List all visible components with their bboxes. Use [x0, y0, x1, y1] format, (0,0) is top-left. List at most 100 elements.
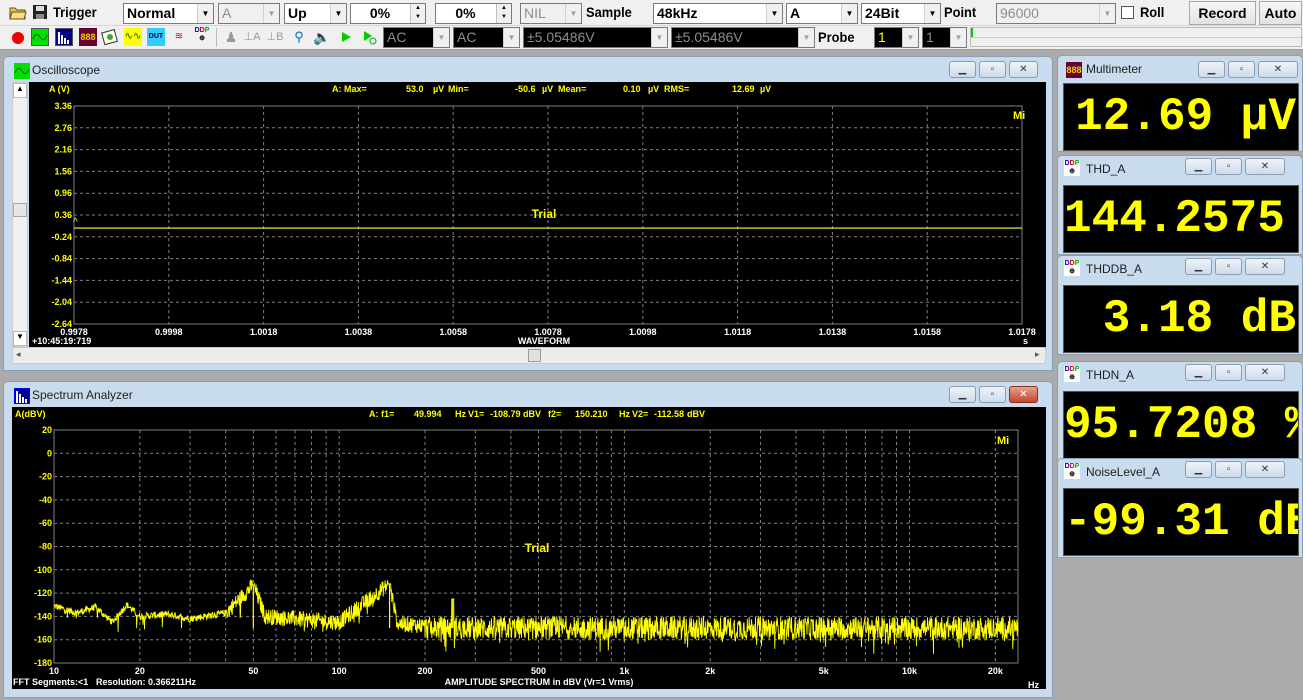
point-label: Point — [944, 4, 977, 20]
scroll-thumb[interactable] — [13, 203, 27, 217]
x-tick-label: 1.0098 — [629, 327, 657, 337]
range-a-value: ±5.05486V — [527, 29, 595, 45]
minimize-button[interactable]: ▁ — [1185, 158, 1212, 175]
speaker-icon[interactable]: 🔈 — [313, 28, 331, 46]
x-tick-label: 10k — [902, 666, 918, 676]
close-button[interactable]: ✕ — [1245, 364, 1285, 381]
meter-readout: -99.31 dBV — [1063, 488, 1299, 556]
mean-unit: µV — [648, 84, 659, 94]
level-meter-divider — [971, 37, 1303, 38]
play-icon[interactable] — [337, 28, 355, 46]
device-test-icon[interactable] — [101, 28, 119, 46]
spin-arrows-icon[interactable]: ▲ ▼ — [496, 4, 511, 23]
maximize-button[interactable]: ▫ — [979, 61, 1006, 78]
record-button[interactable]: Record — [1189, 1, 1256, 25]
close-button[interactable]: ✕ — [1009, 61, 1038, 78]
trigger-mode-select[interactable]: Normal ▼ — [123, 3, 214, 24]
save-icon[interactable] — [31, 4, 49, 22]
trial-watermark: Trial — [532, 207, 557, 221]
v1-unit: dBV — [523, 409, 541, 419]
probe-a-select[interactable]: 1 ▼ — [874, 27, 919, 48]
spectrum-analyzer-icon[interactable] — [55, 28, 73, 46]
window-controls: ▁ ▫ ✕ — [1185, 364, 1285, 382]
spectrum-plot[interactable]: A(dBV) A: f1= 49.994 Hz V1= -108.79 dBV … — [12, 407, 1046, 690]
minimize-button[interactable]: ▁ — [949, 61, 976, 78]
range-b-select[interactable]: ±5.05486V ▼ — [671, 27, 815, 48]
ground-a-icon[interactable]: ⊥A — [243, 28, 261, 46]
scroll-thumb[interactable] — [528, 349, 541, 362]
roll-checkbox[interactable] — [1121, 6, 1134, 19]
trigger-edge-select[interactable]: Up ▼ — [284, 3, 347, 24]
minimize-button[interactable]: ▁ — [1198, 61, 1225, 78]
y-axis-label: A (V) — [49, 84, 70, 94]
y-tick-label: -40 — [39, 495, 52, 505]
scroll-down-icon[interactable]: ▼ — [13, 331, 27, 346]
trigger-channel-select[interactable]: A ▼ — [218, 3, 280, 24]
horizontal-scrollbar[interactable]: ◂ ▸ — [12, 347, 1046, 364]
sweep-icon[interactable]: ≋ — [170, 28, 188, 46]
probe-b-select[interactable]: 1 ▼ — [922, 27, 967, 48]
maximize-button[interactable]: ▫ — [979, 386, 1006, 403]
ground-b-icon[interactable]: ⊥B — [266, 28, 284, 46]
max-value: 53.0 — [406, 84, 424, 94]
microphone-icon[interactable]: ⚲ — [290, 28, 308, 46]
y-tick-label: -0.24 — [51, 232, 72, 242]
maximize-button[interactable]: ▫ — [1215, 461, 1242, 478]
probe-icon[interactable]: ♟ — [222, 28, 240, 46]
close-button[interactable]: ✕ — [1245, 158, 1285, 175]
minimize-button[interactable]: ▁ — [1185, 461, 1212, 478]
spin-arrows-icon[interactable]: ▲ ▼ — [410, 4, 425, 23]
play-once-icon[interactable] — [360, 28, 378, 46]
minimize-button[interactable]: ▁ — [1185, 258, 1212, 275]
trigger-level-spinner[interactable]: 0% ▲ ▼ — [350, 3, 426, 24]
minimize-button[interactable]: ▁ — [949, 386, 976, 403]
sample-rate-select[interactable]: 48kHz ▼ — [653, 3, 783, 24]
maximize-button[interactable]: ▫ — [1215, 364, 1242, 381]
close-button[interactable]: ✕ — [1245, 258, 1285, 275]
mean-label: Mean= — [558, 84, 586, 94]
chevron-down-icon: ▼ — [263, 4, 279, 23]
oscilloscope-window: Oscilloscope ▁ ▫ ✕ ▲ ▼ A (V) A: Max= 53.… — [3, 56, 1053, 371]
dut-icon[interactable]: DUT — [147, 28, 165, 46]
window-controls: ▁ ▫ ✕ — [1185, 461, 1285, 479]
range-a-select[interactable]: ±5.05486V ▼ — [523, 27, 668, 48]
y-tick-label: 3.36 — [54, 101, 72, 111]
maximize-button[interactable]: ▫ — [1215, 258, 1242, 275]
open-folder-icon[interactable] — [9, 4, 27, 22]
trigger-delay-spinner[interactable]: 0% ▲ ▼ — [435, 3, 512, 24]
rms-label: RMS= — [664, 84, 689, 94]
coupling-a-value: AC — [387, 29, 407, 45]
maximize-button[interactable]: ▫ — [1215, 158, 1242, 175]
close-button[interactable]: ✕ — [1245, 461, 1285, 478]
sample-label: Sample — [586, 4, 632, 20]
bit-depth-select[interactable]: 24Bit ▼ — [861, 3, 941, 24]
oscilloscope-plot[interactable]: A (V) A: Max= 53.0 µV Min= -50.6 µV Mean… — [29, 82, 1046, 347]
vertical-scrollbar[interactable]: ▲ ▼ — [12, 82, 28, 347]
maximize-button[interactable]: ▫ — [1228, 61, 1255, 78]
scroll-right-icon[interactable]: ▸ — [1035, 349, 1040, 360]
close-button[interactable]: ✕ — [1258, 61, 1298, 78]
v2-unit: dBV — [687, 409, 705, 419]
y-tick-label: 0.96 — [54, 188, 72, 198]
coupling-a-select[interactable]: AC ▼ — [383, 27, 450, 48]
record-dot-icon[interactable] — [9, 29, 27, 47]
ddp-icon[interactable]: DDP ⊕ — [193, 27, 211, 45]
auto-button[interactable]: Auto — [1259, 1, 1302, 25]
close-button[interactable]: ✕ — [1009, 386, 1038, 403]
multimeter-icon[interactable]: 888 — [79, 28, 97, 46]
sample-channel-select[interactable]: A ▼ — [786, 3, 858, 24]
oscilloscope-icon[interactable] — [31, 28, 49, 46]
roll-label: Roll — [1140, 4, 1165, 20]
scroll-left-icon[interactable]: ◂ — [16, 349, 21, 360]
chevron-down-icon: ▼ — [766, 4, 782, 23]
v1-value: -108.79 — [490, 409, 521, 419]
coupling-b-select[interactable]: AC ▼ — [453, 27, 520, 48]
point-select[interactable]: 96000 ▼ — [996, 3, 1116, 24]
y-tick-label: -0.84 — [51, 254, 72, 264]
signal-generator-icon[interactable]: ∿∿ — [124, 28, 142, 46]
y-tick-label: 2.76 — [54, 123, 72, 133]
meter-window-thd-a: DDP⊕ THD_A ▁ ▫ ✕ 144.2575 % — [1057, 155, 1303, 255]
minimize-button[interactable]: ▁ — [1185, 364, 1212, 381]
scroll-up-icon[interactable]: ▲ — [13, 83, 27, 98]
nil-select[interactable]: NIL ▼ — [520, 3, 582, 24]
